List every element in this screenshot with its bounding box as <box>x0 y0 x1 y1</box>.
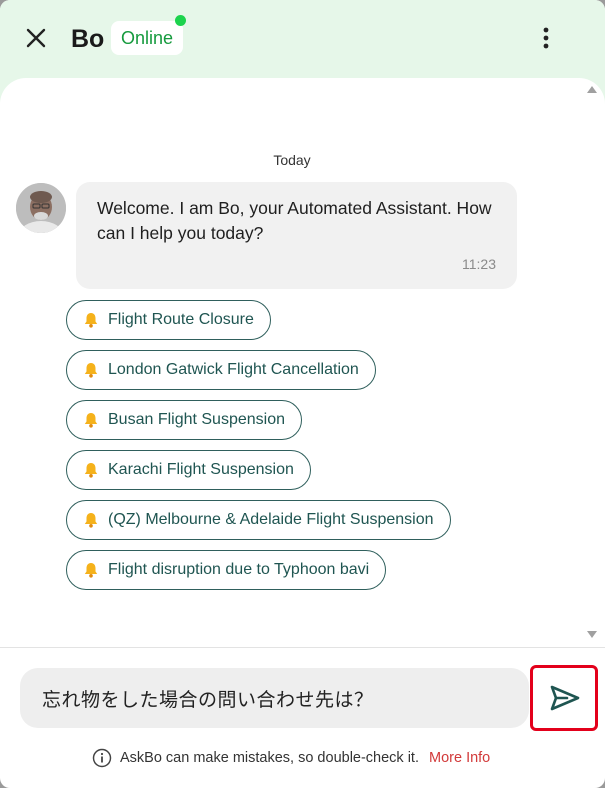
message-input[interactable]: 忘れ物をした場合の問い合わせ先は？ <box>20 668 529 728</box>
more-options-button[interactable] <box>534 24 558 52</box>
message-timestamp: 11:23 <box>462 256 496 272</box>
close-button[interactable] <box>22 24 50 52</box>
agent-name: Bo <box>71 25 105 53</box>
composer-divider <box>0 647 605 648</box>
bell-icon <box>82 511 100 529</box>
bell-icon <box>82 561 100 579</box>
bell-icon <box>82 411 100 429</box>
quick-reply-chip[interactable]: Karachi Flight Suspension <box>66 450 311 490</box>
close-icon <box>26 28 46 48</box>
disclaimer: AskBo can make mistakes, so double-check… <box>92 746 490 770</box>
date-separator: Today <box>273 152 311 168</box>
info-icon <box>92 748 112 768</box>
online-indicator-dot <box>175 15 186 26</box>
quick-reply-label: Flight disruption due to Typhoon bavi <box>108 561 370 578</box>
scroll-down-arrow-icon[interactable] <box>587 631 597 638</box>
scrollbar[interactable] <box>584 82 600 642</box>
quick-reply-chip[interactable]: Flight disruption due to Typhoon bavi <box>66 550 387 590</box>
quick-reply-chip[interactable]: Flight Route Closure <box>66 300 271 340</box>
scroll-up-arrow-icon[interactable] <box>587 86 597 93</box>
bell-icon <box>82 361 100 379</box>
quick-reply-label: Busan Flight Suspension <box>108 411 285 428</box>
send-button[interactable] <box>540 672 590 724</box>
quick-reply-chip[interactable]: Busan Flight Suspension <box>66 400 302 440</box>
message-input-value: 忘れ物をした場合の問い合わせ先は？ <box>42 689 374 711</box>
more-info-link[interactable]: More Info <box>429 750 490 766</box>
bell-icon <box>82 461 100 479</box>
quick-reply-chip[interactable]: (QZ) Melbourne & Adelaide Flight Suspens… <box>66 500 451 540</box>
avatar <box>16 183 66 233</box>
bot-message-bubble: Welcome. I am Bo, your Automated Assista… <box>76 182 517 289</box>
quick-reply-label: Karachi Flight Suspension <box>108 461 294 478</box>
chat-widget: Bo Online Today Welcome. I am Bo, your A… <box>0 0 605 788</box>
quick-reply-label: (QZ) Melbourne & Adelaide Flight Suspens… <box>108 511 434 528</box>
bell-icon <box>82 311 100 329</box>
quick-reply-label: Flight Route Closure <box>108 311 254 328</box>
more-vertical-icon <box>543 27 549 49</box>
send-icon <box>550 685 580 711</box>
quick-reply-label: London Gatwick Flight Cancellation <box>108 361 359 378</box>
status-badge: Online <box>111 21 184 55</box>
disclaimer-text: AskBo can make mistakes, so double-check… <box>120 750 419 766</box>
quick-reply-chip[interactable]: London Gatwick Flight Cancellation <box>66 350 376 390</box>
message-text: Welcome. I am Bo, your Automated Assista… <box>97 198 492 243</box>
